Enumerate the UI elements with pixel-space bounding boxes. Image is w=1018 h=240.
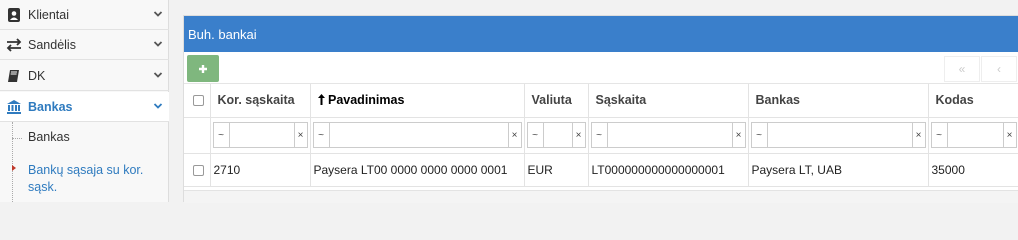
select-all-checkbox[interactable] (193, 95, 204, 107)
filter-clear-button[interactable]: × (293, 122, 308, 148)
cell-saskaita: LT000000000000000001 (588, 153, 749, 187)
table-footer (184, 190, 1018, 203)
filter-clear-button[interactable]: × (507, 122, 522, 148)
filter-kodas: ~ × (928, 117, 1018, 154)
chevron-down-icon (153, 72, 163, 78)
filter-valiuta: ~ × (524, 117, 589, 154)
filter-input[interactable] (767, 122, 912, 148)
filter-operator-button[interactable]: ~ (526, 122, 544, 148)
filter-pavadinimas: ~ × (310, 117, 525, 154)
sidebar-item-dk[interactable]: DK (0, 61, 169, 91)
filter-clear-button[interactable]: × (911, 122, 926, 148)
pager-prev-button[interactable]: ‹ (981, 56, 1017, 82)
sidebar-subitem-bankas[interactable]: Bankas (0, 130, 169, 144)
cell-kodas: 35000 (928, 153, 1018, 187)
bank-icon (6, 99, 22, 115)
sidebar-subitem-label-line2: sąsk. (28, 180, 58, 194)
cell-kor-saskaita: 2710 (210, 153, 311, 187)
filter-operator-button[interactable]: ~ (590, 122, 608, 148)
sidebar-item-klientai[interactable]: Klientai (0, 0, 169, 30)
column-header-valiuta[interactable]: Valiuta (524, 84, 589, 118)
cell-pavadinimas: Paysera LT00 0000 0000 0000 0001 (310, 153, 525, 187)
filter-operator-button[interactable]: ~ (212, 122, 230, 148)
sidebar-item-label: Bankas (28, 99, 73, 114)
sidebar-subitem-banku-sasaja[interactable]: Bankų sąsaja su kor. sąsk. (0, 162, 169, 196)
chevron-down-icon (153, 41, 163, 47)
filter-input[interactable] (229, 122, 294, 148)
sidebar-item-label: DK (28, 68, 46, 83)
sort-asc-icon (317, 94, 325, 106)
bank-panel: Buh. bankai « ‹ Kor. sąskaita Pavadinima… (183, 15, 1018, 203)
panel-title: Buh. bankai (184, 16, 1018, 52)
filter-input[interactable] (329, 122, 508, 148)
sidebar-item-label: Klientai (28, 7, 69, 22)
filter-clear-button[interactable]: × (1002, 122, 1017, 148)
filter-input[interactable] (607, 122, 732, 148)
sidebar-subitem-label-line1: Bankų sąsaja su kor. (28, 163, 144, 177)
filter-operator-button[interactable]: ~ (750, 122, 768, 148)
filter-cell-empty (184, 117, 211, 154)
bank-table: Kor. sąskaita Pavadinimas Valiuta Sąskai… (184, 84, 1018, 187)
filter-clear-button[interactable]: × (571, 122, 586, 148)
column-header-bankas[interactable]: Bankas (748, 84, 929, 118)
toolbar: « ‹ (184, 52, 1018, 84)
sidebar: Klientai Sandėlis DK Bankas Bankas Bankų… (0, 0, 169, 202)
select-all-cell (184, 84, 211, 118)
filter-operator-button[interactable]: ~ (930, 122, 948, 148)
row-checkbox[interactable] (193, 164, 204, 176)
sidebar-item-bankas[interactable]: Bankas (0, 92, 169, 122)
filter-row: ~ × ~ × ~ × ~ × ~ × ~ × (184, 117, 1018, 154)
filter-clear-button[interactable]: × (731, 122, 746, 148)
chevron-down-icon (153, 11, 163, 17)
plus-icon (199, 64, 207, 73)
filter-kor-saskaita: ~ × (210, 117, 311, 154)
column-header-pavadinimas[interactable]: Pavadinimas (310, 84, 525, 118)
filter-operator-button[interactable]: ~ (312, 122, 330, 148)
column-header-kor-saskaita[interactable]: Kor. sąskaita (210, 84, 311, 118)
filter-bankas: ~ × (748, 117, 929, 154)
filter-input[interactable] (947, 122, 1003, 148)
table-header-row: Kor. sąskaita Pavadinimas Valiuta Sąskai… (184, 84, 1018, 118)
column-header-label: Pavadinimas (327, 93, 405, 108)
chevron-down-icon (153, 103, 163, 109)
cell-bankas: Paysera LT, UAB (748, 153, 929, 187)
column-header-kodas[interactable]: Kodas (928, 84, 1018, 118)
cell-valiuta: EUR (524, 153, 589, 187)
book-icon (6, 68, 22, 84)
add-button[interactable] (187, 55, 219, 82)
column-header-saskaita[interactable]: Sąskaita (588, 84, 749, 118)
filter-saskaita: ~ × (588, 117, 749, 154)
row-select-cell (184, 153, 211, 187)
sidebar-item-label: Sandėlis (28, 37, 76, 52)
user-card-icon (6, 7, 22, 23)
pager-first-button[interactable]: « (944, 56, 980, 82)
sidebar-item-sandelis[interactable]: Sandėlis (0, 30, 169, 60)
table-row[interactable]: 2710 Paysera LT00 0000 0000 0000 0001 EU… (184, 153, 1018, 187)
filter-input[interactable] (543, 122, 572, 148)
arrows-exchange-icon (6, 37, 22, 53)
